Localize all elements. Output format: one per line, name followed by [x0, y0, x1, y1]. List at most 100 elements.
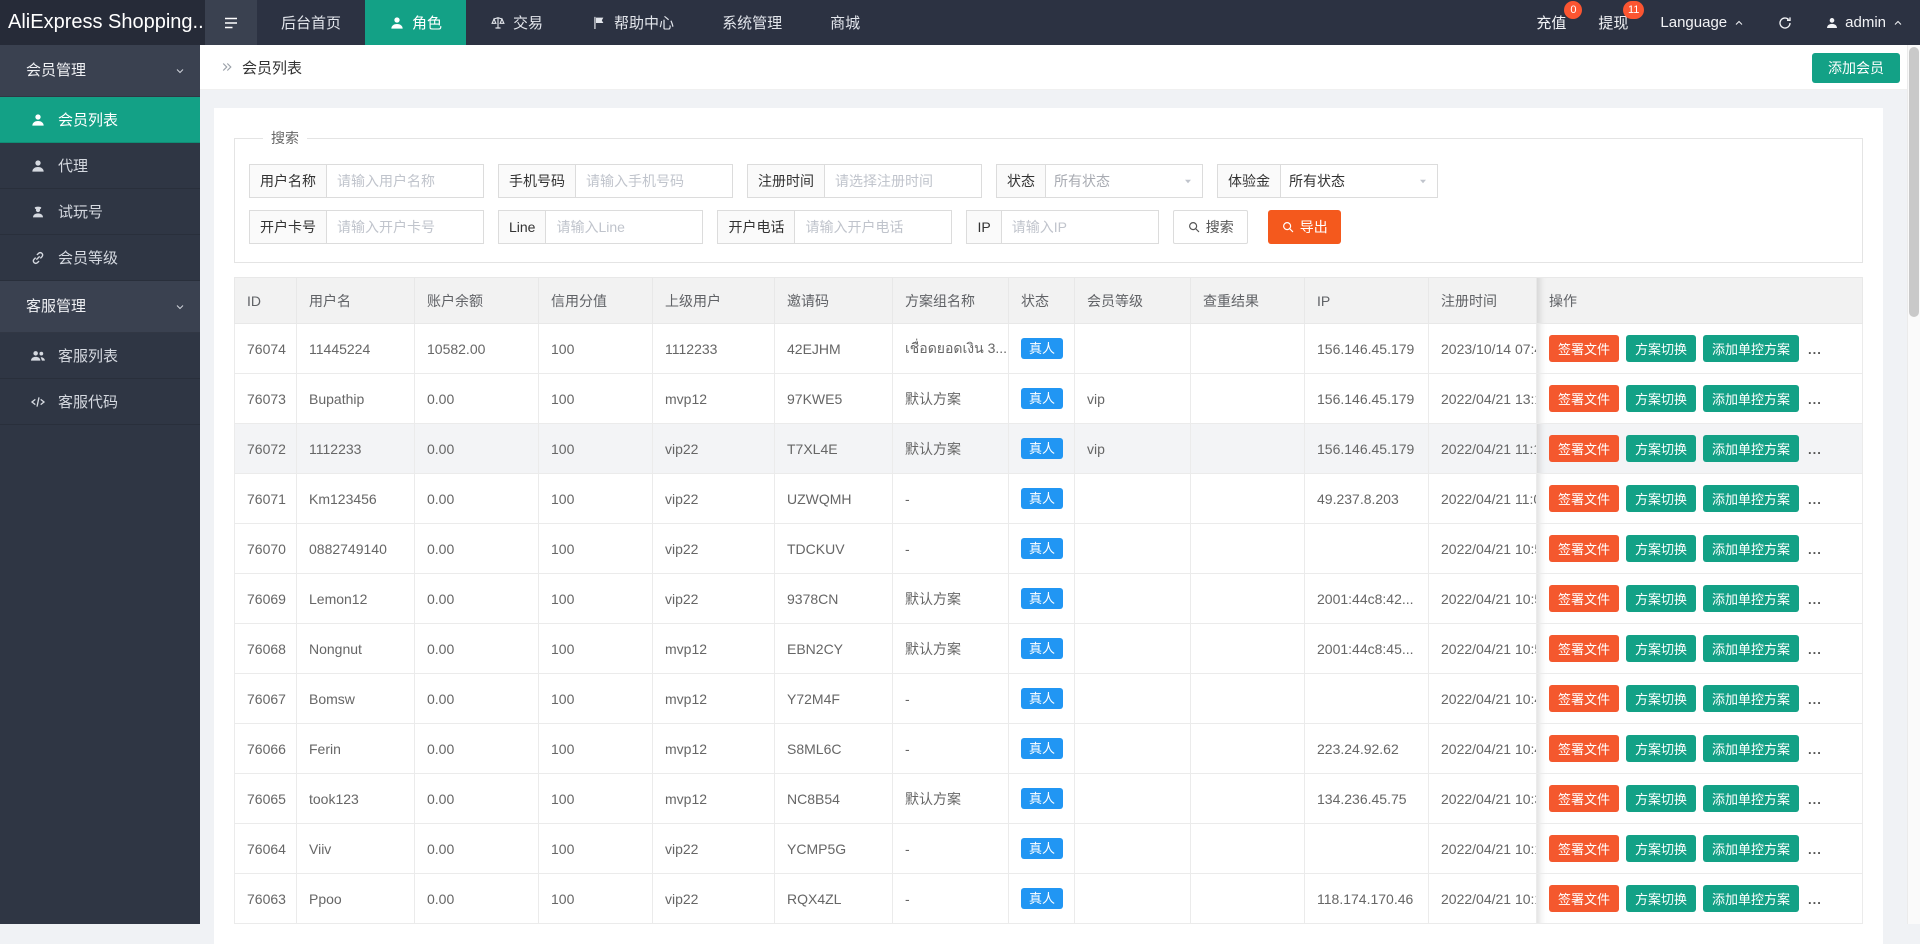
nav-item-trade[interactable]: 交易 — [466, 0, 567, 45]
cell-balance: 0.00 — [415, 824, 539, 874]
sign-file-button[interactable]: 签署文件 — [1549, 485, 1619, 512]
search-input-phone[interactable] — [575, 164, 733, 198]
add-single-control-button[interactable]: 添加单控方案 — [1703, 535, 1799, 562]
sidebar-item-member-level[interactable]: 会员等级 — [0, 235, 200, 281]
plan-switch-button[interactable]: 方案切换 — [1626, 435, 1696, 462]
refresh-button[interactable] — [1761, 0, 1809, 45]
status-badge[interactable]: 真人 — [1021, 338, 1063, 359]
search-input-line[interactable] — [545, 210, 703, 244]
language-menu[interactable]: Language — [1644, 0, 1761, 45]
sign-file-button[interactable]: 签署文件 — [1549, 635, 1619, 662]
sign-file-button[interactable]: 签署文件 — [1549, 385, 1619, 412]
add-single-control-button[interactable]: 添加单控方案 — [1703, 735, 1799, 762]
menu-toggle-button[interactable] — [205, 0, 257, 45]
vertical-scrollbar[interactable] — [1907, 45, 1920, 924]
more-button[interactable]: ... — [1806, 836, 1824, 863]
recharge-link[interactable]: 充值 0 — [1520, 0, 1582, 45]
add-single-control-button[interactable]: 添加单控方案 — [1703, 585, 1799, 612]
status-badge[interactable]: 真人 — [1021, 838, 1063, 859]
more-button[interactable]: ... — [1806, 436, 1824, 463]
nav-item-dashboard[interactable]: 后台首页 — [257, 0, 365, 45]
brand-title: AliExpress Shopping... — [0, 0, 205, 45]
nav-item-help-center[interactable]: 帮助中心 — [567, 0, 698, 45]
search-input-reg-time[interactable] — [824, 164, 982, 198]
add-member-button[interactable]: 添加会员 — [1812, 53, 1900, 83]
status-badge[interactable]: 真人 — [1021, 438, 1063, 459]
status-badge[interactable]: 真人 — [1021, 538, 1063, 559]
search-row-1: 用户名称手机号码注册时间状态所有状态体验金所有状态 — [249, 164, 1862, 198]
add-single-control-button[interactable]: 添加单控方案 — [1703, 835, 1799, 862]
plan-switch-button[interactable]: 方案切换 — [1626, 385, 1696, 412]
add-single-control-button[interactable]: 添加单控方案 — [1703, 635, 1799, 662]
plan-switch-button[interactable]: 方案切换 — [1626, 485, 1696, 512]
status-badge[interactable]: 真人 — [1021, 588, 1063, 609]
plan-switch-button[interactable]: 方案切换 — [1626, 585, 1696, 612]
sign-file-button[interactable]: 签署文件 — [1549, 685, 1619, 712]
plan-switch-button[interactable]: 方案切换 — [1626, 885, 1696, 912]
plan-switch-button[interactable]: 方案切换 — [1626, 735, 1696, 762]
more-button[interactable]: ... — [1806, 486, 1824, 513]
plan-switch-button[interactable]: 方案切换 — [1626, 785, 1696, 812]
more-button[interactable]: ... — [1806, 736, 1824, 763]
add-single-control-button[interactable]: 添加单控方案 — [1703, 435, 1799, 462]
plan-switch-button[interactable]: 方案切换 — [1626, 335, 1696, 362]
search-input-card-no[interactable] — [326, 210, 484, 244]
sidebar-group-service-management[interactable]: 客服管理 — [0, 281, 200, 333]
add-single-control-button[interactable]: 添加单控方案 — [1703, 385, 1799, 412]
plan-switch-button[interactable]: 方案切换 — [1626, 535, 1696, 562]
search-select-trial-fund[interactable]: 所有状态 — [1280, 164, 1438, 198]
status-badge[interactable]: 真人 — [1021, 788, 1063, 809]
sign-file-button[interactable]: 签署文件 — [1549, 835, 1619, 862]
more-button[interactable]: ... — [1806, 336, 1824, 363]
sidebar-item-trial-account[interactable]: 试玩号 — [0, 189, 200, 235]
add-single-control-button[interactable]: 添加单控方案 — [1703, 885, 1799, 912]
sign-file-button[interactable]: 签署文件 — [1549, 535, 1619, 562]
nav-item-mall[interactable]: 商城 — [806, 0, 884, 45]
search-select-status[interactable]: 所有状态 — [1045, 164, 1203, 198]
search-input-username[interactable] — [326, 164, 484, 198]
more-button[interactable]: ... — [1806, 636, 1824, 663]
plan-switch-button[interactable]: 方案切换 — [1626, 685, 1696, 712]
sidebar-item-service-code[interactable]: 客服代码 — [0, 379, 200, 425]
more-button[interactable]: ... — [1806, 586, 1824, 613]
search-button[interactable]: 搜索 — [1173, 210, 1248, 244]
add-single-control-button[interactable]: 添加单控方案 — [1703, 485, 1799, 512]
withdraw-link[interactable]: 提现 11 — [1582, 0, 1644, 45]
more-button[interactable]: ... — [1806, 536, 1824, 563]
sign-file-button[interactable]: 签署文件 — [1549, 885, 1619, 912]
user-menu[interactable]: admin — [1809, 0, 1920, 45]
sidebar-item-agent[interactable]: 代理 — [0, 143, 200, 189]
status-badge[interactable]: 真人 — [1021, 488, 1063, 509]
plan-switch-button[interactable]: 方案切换 — [1626, 635, 1696, 662]
more-button[interactable]: ... — [1806, 886, 1824, 913]
more-button[interactable]: ... — [1806, 386, 1824, 413]
sidebar-item-member-list[interactable]: 会员列表 — [0, 97, 200, 143]
sign-file-button[interactable]: 签署文件 — [1549, 735, 1619, 762]
search-group-account-phone: 开户电话 — [717, 210, 952, 244]
status-badge[interactable]: 真人 — [1021, 738, 1063, 759]
add-single-control-button[interactable]: 添加单控方案 — [1703, 785, 1799, 812]
nav-item-role[interactable]: 角色 — [365, 0, 466, 45]
more-button[interactable]: ... — [1806, 686, 1824, 713]
sign-file-button[interactable]: 签署文件 — [1549, 585, 1619, 612]
add-single-control-button[interactable]: 添加单控方案 — [1703, 335, 1799, 362]
status-badge[interactable]: 真人 — [1021, 688, 1063, 709]
nav-item-system[interactable]: 系统管理 — [698, 0, 806, 45]
cell-id: 76068 — [235, 624, 297, 674]
status-badge[interactable]: 真人 — [1021, 888, 1063, 909]
sign-file-button[interactable]: 签署文件 — [1549, 335, 1619, 362]
status-badge[interactable]: 真人 — [1021, 388, 1063, 409]
sign-file-button[interactable]: 签署文件 — [1549, 785, 1619, 812]
export-button[interactable]: 导出 — [1268, 210, 1341, 244]
sign-file-button[interactable]: 签署文件 — [1549, 435, 1619, 462]
scrollbar-thumb[interactable] — [1909, 47, 1919, 317]
add-single-control-button[interactable]: 添加单控方案 — [1703, 685, 1799, 712]
search-input-account-phone[interactable] — [794, 210, 952, 244]
plan-switch-button[interactable]: 方案切换 — [1626, 835, 1696, 862]
status-badge[interactable]: 真人 — [1021, 638, 1063, 659]
search-input-ip[interactable] — [1001, 210, 1159, 244]
sidebar-group-member-management[interactable]: 会员管理 — [0, 45, 200, 97]
sidebar-item-service-list[interactable]: 客服列表 — [0, 333, 200, 379]
table-row: 76071Km1234560.00100vip22UZWQMH-真人49.237… — [235, 474, 1863, 524]
more-button[interactable]: ... — [1806, 786, 1824, 813]
